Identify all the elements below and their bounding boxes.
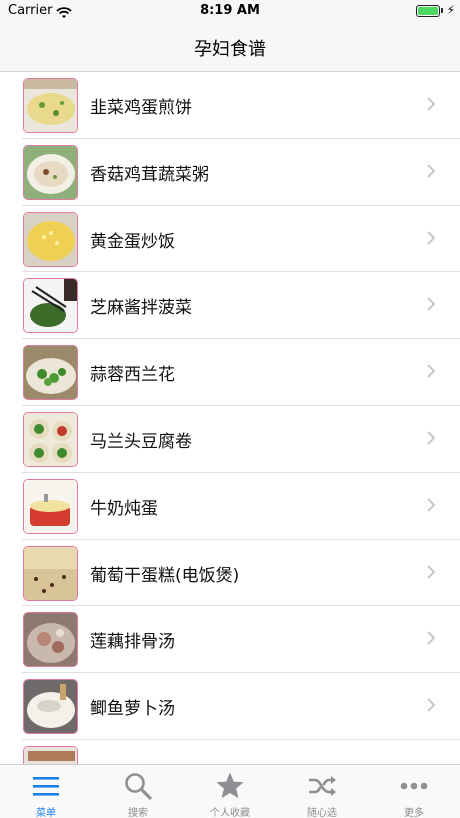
recipe-thumbnail: [23, 345, 78, 401]
chevron-right-icon: [426, 564, 436, 584]
recipe-row[interactable]: 鲫鱼萝卜汤: [0, 673, 460, 740]
tab-search[interactable]: 搜索: [92, 765, 184, 818]
recipe-thumbnail: [23, 78, 78, 133]
menu-list-icon: [31, 771, 61, 801]
tab-label: 更多: [404, 808, 424, 818]
recipe-title: 芝麻酱拌菠菜: [90, 298, 192, 319]
chevron-right-icon: [426, 430, 436, 450]
recipe-thumbnail: [23, 278, 78, 334]
tab-menu[interactable]: 菜单: [0, 765, 92, 818]
navigation-bar: 孕妇食谱: [0, 22, 460, 72]
chevron-right-icon: [426, 296, 436, 316]
recipe-thumbnail: [23, 211, 78, 267]
recipe-row[interactable]: 黄金蛋炒饭: [0, 205, 460, 273]
recipe-row[interactable]: 牛奶炖蛋: [0, 472, 460, 540]
tab-label: 搜索: [128, 808, 148, 818]
recipe-thumbnail: [23, 144, 78, 200]
recipe-thumbnail: [23, 679, 78, 735]
recipe-thumbnail: [23, 545, 78, 601]
battery-tip: [441, 8, 443, 13]
recipe-title: 韭菜鸡蛋煎饼: [90, 98, 192, 118]
tab-more[interactable]: 更多: [368, 765, 460, 818]
chevron-right-icon: [426, 163, 436, 183]
page-title: 孕妇食谱: [194, 39, 266, 60]
recipe-title: 黄金蛋炒饭: [90, 231, 175, 252]
shuffle-icon: [307, 771, 337, 801]
chevron-right-icon: [426, 497, 436, 517]
recipe-thumbnail: [23, 612, 78, 668]
recipe-title: 莲藕排骨汤: [90, 632, 175, 653]
recipe-row[interactable]: 芝麻酱拌菠菜: [0, 272, 460, 340]
recipe-row[interactable]: 马兰头豆腐卷: [0, 405, 460, 473]
recipe-title: 马兰头豆腐卷: [90, 431, 192, 452]
recipe-thumbnail: [23, 478, 78, 534]
chevron-right-icon: [426, 230, 436, 250]
recipe-thumbnail: [23, 745, 78, 764]
star-icon: [215, 771, 245, 801]
tab-label: 随心选: [307, 808, 337, 818]
recipe-title: 牛奶炖蛋: [90, 498, 158, 519]
chevron-right-icon: [426, 697, 436, 717]
tab-label: 菜单: [36, 808, 56, 818]
search-icon: [123, 771, 153, 801]
recipe-title: 葡萄干蛋糕(电饭煲): [90, 565, 240, 586]
charging-icon: ⚡: [446, 3, 455, 17]
recipe-thumbnail: [23, 411, 78, 467]
recipe-list[interactable]: 韭菜鸡蛋煎饼 香菇鸡茸蔬菜粥 黄金蛋炒饭 芝麻酱拌菠菜 蒜蓉西兰花 马兰头豆腐卷…: [0, 72, 460, 764]
battery-icon: [416, 5, 440, 17]
status-bar: Carrier 8:19 AM ⚡: [0, 0, 460, 22]
recipe-title: 香菇鸡茸蔬菜粥: [90, 164, 209, 185]
recipe-row[interactable]: 香菇鸡茸蔬菜粥: [0, 138, 460, 206]
recipe-title: 鲫鱼萝卜汤: [90, 699, 175, 720]
tab-bar: 菜单 搜索 个人收藏 随心选 更多: [0, 764, 460, 818]
recipe-title: 蒜蓉西兰花: [90, 365, 175, 386]
recipe-row[interactable]: 蒜蓉西兰花: [0, 339, 460, 406]
recipe-row[interactable]: 葡萄干蛋糕(电饭煲): [0, 539, 460, 607]
chevron-right-icon: [426, 630, 436, 650]
more-dots-icon: [399, 771, 429, 801]
chevron-right-icon: [426, 96, 436, 116]
recipe-row[interactable]: [0, 739, 460, 764]
status-time: 8:19 AM: [200, 3, 260, 18]
tab-label: 个人收藏: [210, 808, 250, 818]
chevron-right-icon: [426, 363, 436, 383]
tab-random[interactable]: 随心选: [276, 765, 368, 818]
recipe-row[interactable]: 韭菜鸡蛋煎饼: [0, 72, 460, 139]
recipe-row[interactable]: 莲藕排骨汤: [0, 606, 460, 674]
app-screen: Carrier 8:19 AM ⚡ 孕妇食谱 韭菜鸡蛋煎饼 香菇鸡茸蔬菜粥 黄金…: [0, 0, 460, 818]
tab-favorites[interactable]: 个人收藏: [184, 765, 276, 818]
